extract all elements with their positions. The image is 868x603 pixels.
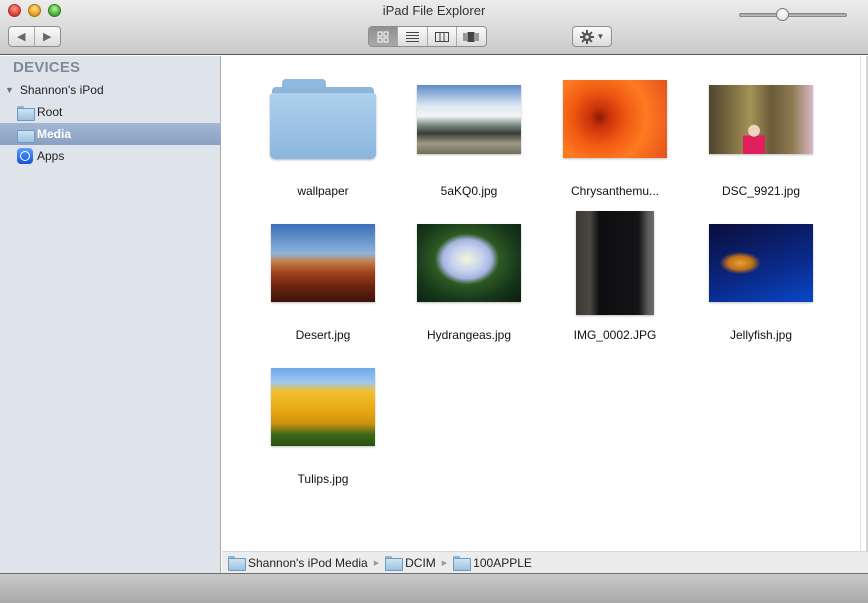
path-separator-icon: ▶ bbox=[441, 559, 448, 567]
file-item[interactable]: Desert.jpg bbox=[253, 208, 393, 348]
app-store-icon bbox=[17, 148, 33, 164]
window-title: iPad File Explorer bbox=[382, 3, 486, 18]
path-crumb[interactable]: Shannon's iPod Media bbox=[228, 555, 368, 571]
file-name: Jellyfish.jpg bbox=[729, 328, 793, 342]
sidebar-item-media[interactable]: Media bbox=[0, 123, 221, 145]
path-separator-icon: ▶ bbox=[373, 559, 380, 567]
folder-icon bbox=[385, 556, 404, 571]
back-arrow-icon: ◀ bbox=[17, 31, 26, 43]
dropdown-arrow-icon: ▼ bbox=[596, 32, 605, 41]
action-menu-button[interactable]: ▼ bbox=[572, 26, 612, 47]
crumb-label: DCIM bbox=[405, 555, 436, 570]
columns-icon bbox=[434, 31, 449, 42]
file-name: Tulips.jpg bbox=[297, 472, 349, 486]
icon-view-button[interactable] bbox=[369, 27, 399, 46]
file-item[interactable]: Jellyfish.jpg bbox=[691, 208, 831, 348]
list-view-button[interactable] bbox=[398, 27, 428, 46]
sidebar-item-apps[interactable]: Apps bbox=[0, 145, 221, 167]
window-titlebar: iPad File Explorer ◀ ▶ ▼ bbox=[0, 0, 868, 55]
sidebar-device[interactable]: ▼ Shannon's iPod bbox=[5, 83, 104, 97]
coverflow-view-button[interactable] bbox=[457, 27, 486, 46]
path-bar: Shannon's iPod Media ▶ DCIM ▶ 100APPLE bbox=[222, 551, 868, 573]
file-name: IMG_0002.JPG bbox=[573, 328, 657, 342]
sidebar-item-label: Apps bbox=[37, 149, 65, 163]
image-thumbnail bbox=[563, 80, 667, 158]
sidebar-item-root[interactable]: Root bbox=[0, 101, 221, 123]
folder-icon bbox=[228, 556, 246, 571]
file-name: 5aKQ0.jpg bbox=[440, 184, 498, 198]
navigation-buttons: ◀ ▶ bbox=[8, 26, 61, 47]
file-item[interactable]: IMG_0002.JPG bbox=[545, 208, 685, 348]
forward-button[interactable]: ▶ bbox=[35, 27, 60, 46]
grid-icon bbox=[377, 31, 389, 42]
back-button[interactable]: ◀ bbox=[9, 27, 35, 46]
folder-icon bbox=[453, 556, 472, 571]
image-thumbnail bbox=[709, 84, 813, 154]
image-thumbnail bbox=[417, 84, 521, 154]
icon-size-slider[interactable] bbox=[739, 13, 847, 17]
disclosure-triangle-icon[interactable]: ▼ bbox=[5, 85, 14, 95]
crumb-label: Shannon's iPod Media bbox=[248, 555, 368, 570]
device-name: Shannon's iPod bbox=[19, 83, 104, 97]
file-name: Chrysanthemu... bbox=[570, 184, 660, 198]
sidebar-item-label: Root bbox=[37, 105, 63, 119]
image-thumbnail bbox=[576, 211, 654, 315]
vertical-scrollbar[interactable] bbox=[860, 56, 868, 551]
file-name: DSC_9921.jpg bbox=[721, 184, 801, 198]
file-item[interactable]: DSC_9921.jpg bbox=[691, 64, 831, 204]
image-thumbnail bbox=[271, 368, 375, 446]
image-thumbnail bbox=[709, 224, 813, 302]
gear-icon bbox=[579, 29, 594, 44]
file-name: wallpaper bbox=[297, 184, 349, 198]
crumb-label: 100APPLE bbox=[473, 555, 532, 570]
view-mode-control bbox=[368, 26, 487, 47]
file-grid: wallpaper 5aKQ0.jpg Chrysanthemu... DSC_… bbox=[222, 56, 860, 551]
image-thumbnail bbox=[417, 224, 521, 302]
file-item[interactable]: 5aKQ0.jpg bbox=[399, 64, 539, 204]
file-item-wallpaper[interactable]: wallpaper bbox=[253, 64, 393, 204]
path-crumb[interactable]: 100APPLE bbox=[453, 555, 532, 571]
file-item[interactable]: Hydrangeas.jpg bbox=[399, 208, 539, 348]
icon-size-slider-thumb[interactable] bbox=[775, 8, 789, 21]
folder-icon bbox=[270, 79, 376, 159]
status-bar bbox=[0, 573, 868, 603]
column-view-button[interactable] bbox=[428, 27, 457, 46]
sidebar-section-header: DEVICES bbox=[13, 59, 81, 76]
file-item[interactable]: Tulips.jpg bbox=[253, 352, 393, 492]
coverflow-icon bbox=[463, 31, 479, 42]
folder-icon bbox=[17, 127, 35, 143]
sidebar-item-label: Media bbox=[37, 127, 72, 141]
file-item[interactable]: Chrysanthemu... bbox=[545, 64, 685, 204]
file-name: Hydrangeas.jpg bbox=[426, 328, 512, 342]
sidebar: DEVICES ▼ Shannon's iPod Root Media Apps bbox=[0, 56, 221, 573]
image-thumbnail bbox=[271, 224, 375, 302]
list-icon bbox=[405, 32, 419, 42]
file-name: Desert.jpg bbox=[295, 328, 351, 342]
folder-icon bbox=[17, 105, 35, 121]
path-crumb[interactable]: DCIM bbox=[385, 555, 436, 571]
forward-arrow-icon: ▶ bbox=[43, 31, 52, 43]
